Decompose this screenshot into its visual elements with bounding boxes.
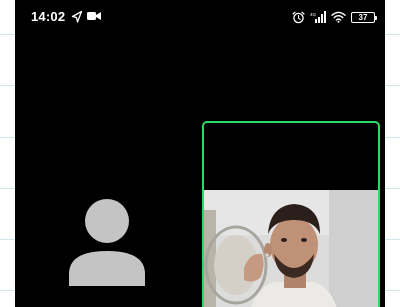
battery-icon: 37: [351, 11, 377, 23]
video-camera-icon: [87, 12, 101, 20]
signal-icon: 4G: [310, 11, 326, 23]
navigation-arrow-icon: [71, 10, 83, 23]
status-icons: 4G 37: [292, 9, 377, 25]
person-avatar-icon: [69, 199, 145, 286]
wifi-icon: [331, 11, 346, 23]
svg-text:4G: 4G: [310, 12, 317, 17]
status-time: 14:02: [31, 9, 66, 24]
alarm-icon: [292, 11, 305, 23]
self-view-image: [204, 190, 378, 307]
self-view-video[interactable]: [202, 121, 380, 307]
battery-level: 37: [358, 12, 368, 22]
video-call-screen: 14:02 4G 37: [15, 0, 385, 307]
status-bar: 14:02 4G 37: [15, 0, 385, 34]
